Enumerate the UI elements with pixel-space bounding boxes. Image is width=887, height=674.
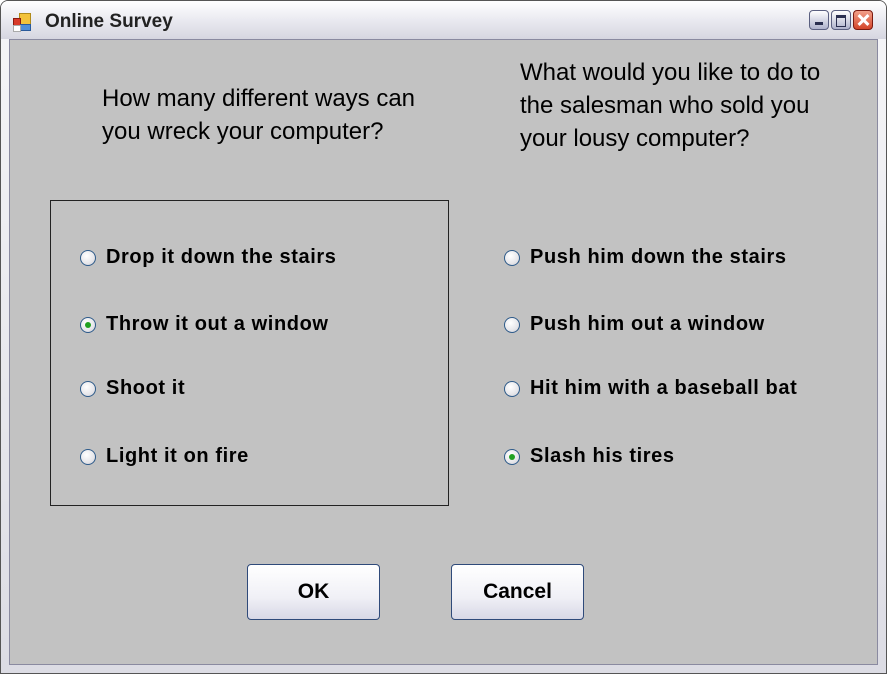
radio-push-him-down-the-stairs[interactable]: Push him down the stairs [504,246,787,269]
radio-slash-his-tires[interactable]: Slash his tires [504,445,675,468]
radio-button-selected-icon[interactable] [80,316,96,333]
cancel-button[interactable]: Cancel [451,564,584,620]
radio-button-icon[interactable] [504,380,520,397]
radio-label: Drop it down the stairs [106,246,337,268]
radio-button-selected-icon[interactable] [504,448,520,465]
radio-button-icon[interactable] [80,380,96,397]
radio-shoot-it[interactable]: Shoot it [80,377,185,400]
radio-button-icon[interactable] [504,249,520,266]
ok-button[interactable]: OK [247,564,380,620]
minimize-button[interactable] [809,10,829,30]
radio-button-icon[interactable] [504,316,520,333]
radio-throw-it-out-a-window[interactable]: Throw it out a window [80,313,329,336]
right-question-label: What would you like to do to the salesma… [520,59,821,152]
survey-window: Online Survey How many different ways ca… [0,0,887,674]
radio-label: Push him down the stairs [530,246,787,268]
maximize-button[interactable] [831,10,851,30]
radio-label: Shoot it [106,377,186,399]
radio-hit-him-with-a-baseball-bat[interactable]: Hit him with a baseball bat [504,377,797,400]
radio-label: Hit him with a baseball bat [530,377,798,399]
radio-button-icon[interactable] [80,448,96,465]
window-title: Online Survey [45,11,173,32]
radio-light-it-on-fire[interactable]: Light it on fire [80,445,249,468]
radio-label: Slash his tires [530,445,675,467]
radio-label: Push him out a window [530,313,765,335]
left-question-label: How many different ways can you wreck yo… [102,85,416,145]
form-client-area: How many different ways can you wreck yo… [9,39,878,665]
radio-label: Light it on fire [106,445,249,467]
title-bar[interactable]: Online Survey [1,1,886,39]
close-button[interactable] [853,10,873,30]
radio-drop-it-down-the-stairs[interactable]: Drop it down the stairs [80,246,336,269]
radio-push-him-out-a-window[interactable]: Push him out a window [504,313,765,336]
app-icon [13,13,31,32]
radio-button-icon[interactable] [80,249,96,266]
radio-label: Throw it out a window [106,313,329,335]
